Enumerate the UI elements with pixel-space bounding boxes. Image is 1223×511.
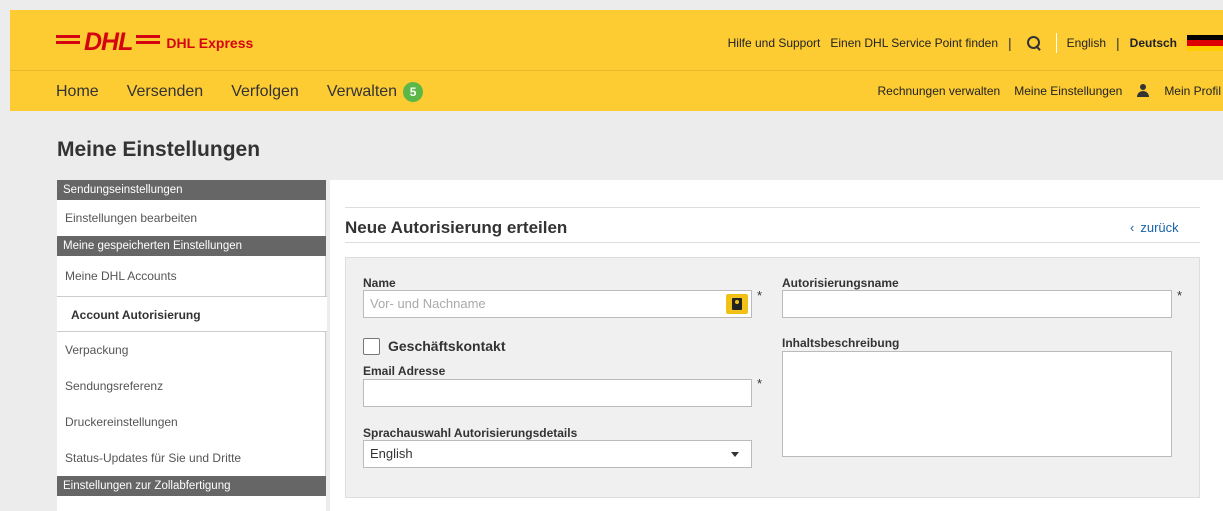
required-mark: * (757, 376, 763, 391)
settings-sidebar: Sendungseinstellungen Einstellungen bear… (57, 180, 327, 511)
email-label: Email Adresse (363, 364, 446, 378)
chevron-left-icon: ‹ (1130, 220, 1135, 235)
sidebar-item-status-updates[interactable]: Status-Updates für Sie und Dritte (57, 440, 326, 476)
section-title: Neue Autorisierung erteilen (345, 218, 568, 237)
language-select[interactable]: English (363, 440, 752, 468)
language-label: Sprachauswahl Autorisierungsdetails (363, 426, 578, 440)
description-label: Inhaltsbeschreibung (782, 336, 900, 350)
divider (1055, 33, 1057, 53)
address-book-icon[interactable] (726, 294, 748, 314)
name-placeholder: Vor- und Nachname (370, 296, 486, 311)
separator: | (1008, 35, 1012, 51)
required-mark: * (757, 288, 763, 303)
sidebar-item-sendungsreferenz[interactable]: Sendungsreferenz (57, 368, 326, 404)
language-selected-value: English (370, 446, 413, 461)
page-title: Meine Einstellungen (57, 138, 261, 161)
dhl-logo[interactable]: DHL DHL Express (56, 28, 253, 57)
business-contact-label: Geschäftskontakt (388, 338, 506, 354)
user-icon (1136, 84, 1150, 98)
sidebar-item-account-autorisierung[interactable]: Account Autorisierung (57, 296, 327, 332)
main-nav: Home Versenden Verfolgen Verwalten 5 Rec… (10, 71, 1223, 111)
language-deutsch[interactable]: Deutsch (1130, 36, 1177, 50)
sidebar-heading-zollabfertigung: Einstellungen zur Zollabfertigung (57, 476, 326, 496)
nav-mein-profil-label: Mein Profil (1164, 84, 1221, 98)
sidebar-item-verpackung[interactable]: Verpackung (57, 332, 326, 368)
description-textarea[interactable] (782, 351, 1172, 457)
nav-mein-profil[interactable]: Mein Profil (1136, 84, 1221, 98)
divider (345, 242, 1200, 243)
top-header: DHL DHL Express Hilfe und Support Einen … (10, 10, 1223, 70)
sidebar-item-dhl-accounts[interactable]: Meine DHL Accounts (57, 256, 326, 296)
divider (345, 207, 1200, 208)
back-link[interactable]: ‹ zurück (1130, 220, 1179, 235)
nav-versenden[interactable]: Versenden (127, 83, 204, 101)
help-support-link[interactable]: Hilfe und Support (728, 36, 821, 50)
service-point-link[interactable]: Einen DHL Service Point finden (830, 36, 998, 50)
auth-name-input[interactable] (782, 290, 1172, 318)
auth-name-label: Autorisierungsname (782, 276, 899, 290)
language-english[interactable]: English (1067, 36, 1106, 50)
sidebar-item-einstellungen-bearbeiten[interactable]: Einstellungen bearbeiten (57, 200, 326, 236)
sidebar-item-druckereinstellungen[interactable]: Druckereinstellungen (57, 404, 326, 440)
dhl-logo-mark: DHL (56, 28, 161, 57)
nav-verwalten[interactable]: Verwalten 5 (326, 82, 424, 102)
nav-verfolgen[interactable]: Verfolgen (231, 83, 299, 101)
email-input[interactable] (363, 379, 752, 407)
separator: | (1116, 35, 1120, 51)
nav-meine-einstellungen[interactable]: Meine Einstellungen (1014, 84, 1122, 98)
caret-down-icon (731, 452, 739, 457)
authorization-form: Name Vor- und Nachname * Geschäftskontak… (345, 257, 1200, 498)
notification-badge: 5 (403, 82, 424, 102)
brand-product-name: DHL Express (166, 34, 254, 51)
back-link-label: zurück (1140, 220, 1179, 235)
name-input[interactable]: Vor- und Nachname (363, 290, 752, 318)
sidebar-heading-sendungseinstellungen: Sendungseinstellungen (57, 180, 326, 200)
main-content: Neue Autorisierung erteilen ‹ zurück Name… (330, 180, 1223, 511)
german-flag-icon (1187, 35, 1223, 51)
business-contact-checkbox[interactable] (363, 338, 380, 355)
nav-home[interactable]: Home (56, 83, 99, 101)
nav-rechnungen[interactable]: Rechnungen verwalten (877, 84, 1000, 98)
search-icon[interactable] (1026, 35, 1042, 51)
utility-links: Hilfe und Support Einen DHL Service Poin… (718, 33, 1223, 53)
nav-verwalten-label: Verwalten (326, 83, 398, 100)
required-mark: * (1177, 288, 1183, 303)
sidebar-heading-gespeicherte: Meine gespeicherten Einstellungen (57, 236, 326, 256)
name-label: Name (363, 276, 396, 290)
